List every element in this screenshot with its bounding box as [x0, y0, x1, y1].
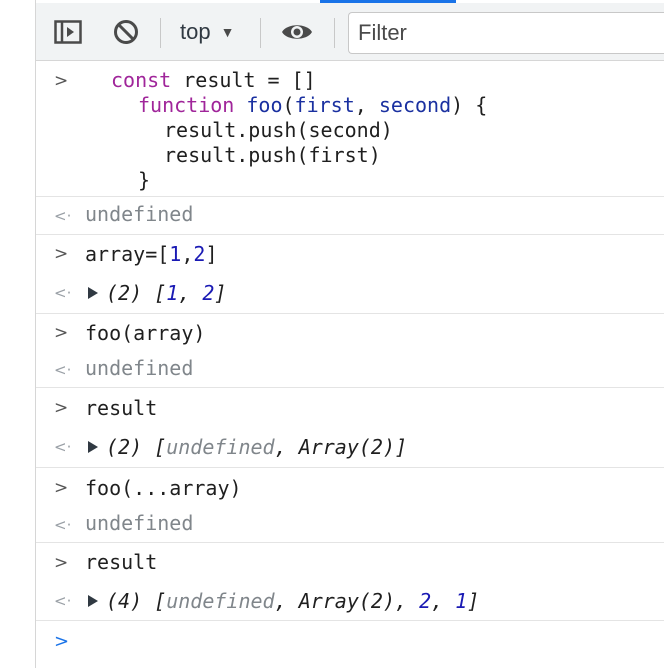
- input-prompt-icon: >: [54, 323, 69, 343]
- array-preview[interactable]: (2) [1, 2]: [88, 281, 226, 306]
- code-text: ,: [274, 435, 299, 459]
- console-result-entry: <· (4) [undefined, Array(2), 2, 1]: [36, 581, 664, 621]
- code-text: ]: [205, 242, 218, 266]
- console-input-entry: > result: [36, 389, 664, 427]
- code-number: 2: [202, 281, 215, 305]
- code-line: const result = []: [111, 68, 316, 93]
- expand-triangle-icon: [88, 595, 98, 607]
- code-line: result.push(first): [164, 143, 381, 167]
- context-label: top: [180, 19, 211, 44]
- code-number: 1: [455, 589, 468, 613]
- toolbar-divider: [260, 18, 261, 48]
- console-input-entry: > const result = [] function foo(first, …: [36, 61, 664, 197]
- code-line: }: [138, 168, 151, 192]
- array-length: (2): [106, 435, 143, 459]
- code-text: ) {: [451, 93, 488, 117]
- console-toolbar: top ▼: [36, 3, 664, 61]
- code-text: ,: [178, 281, 203, 305]
- code-text: ,: [431, 589, 456, 613]
- expand-triangle-icon: [88, 441, 98, 453]
- result-value: undefined: [85, 511, 194, 535]
- filter-box: [348, 12, 664, 54]
- code-number: 1: [166, 281, 179, 305]
- array-item-array: Array(2): [298, 435, 396, 459]
- code-text: ,: [395, 589, 420, 613]
- array-preview[interactable]: (4) [undefined, Array(2), 2, 1]: [88, 589, 479, 614]
- code-number: 1: [169, 242, 182, 266]
- code-line: array=[1,2]: [85, 242, 217, 267]
- input-prompt-icon: >: [54, 553, 69, 573]
- code-text: ]: [214, 281, 227, 305]
- output-prompt-icon: <·: [54, 284, 72, 302]
- code-number: 2: [419, 589, 432, 613]
- prompt-caret-icon: >: [54, 631, 70, 652]
- console-input-entry: > foo(...array): [36, 469, 664, 506]
- console-prompt-line[interactable]: >: [36, 622, 664, 668]
- array-item-array: Array(2): [298, 589, 396, 613]
- array-preview[interactable]: (2) [undefined, Array(2)]: [88, 435, 407, 460]
- live-expression-button[interactable]: [280, 3, 314, 61]
- console-messages: > const result = [] function foo(first, …: [36, 61, 664, 197]
- array-item-undefined: undefined: [166, 435, 275, 459]
- sidebar-toggle-button[interactable]: [52, 3, 84, 61]
- context-selector[interactable]: top ▼: [180, 3, 234, 61]
- sidebar-toggle-icon: [54, 20, 82, 44]
- code-text: ,: [181, 242, 194, 266]
- output-prompt-icon: <·: [54, 438, 72, 456]
- console-result-entry: <· undefined: [36, 197, 664, 235]
- toolbar-divider: [334, 18, 335, 48]
- input-prompt-icon: >: [54, 478, 69, 498]
- code-text: [: [154, 281, 167, 305]
- code-keyword: function: [138, 93, 235, 117]
- console-input-entry: > result: [36, 544, 664, 581]
- array-length: (2): [106, 281, 143, 305]
- code-text: ]: [395, 435, 408, 459]
- eye-icon: [282, 25, 312, 39]
- array-item-undefined: undefined: [166, 589, 275, 613]
- console-result-entry: <· undefined: [36, 506, 664, 543]
- clear-console-icon: [114, 20, 138, 44]
- code-text: ]: [467, 589, 480, 613]
- code-param: second: [378, 93, 452, 117]
- code-text: result = []: [171, 68, 316, 92]
- result-value: undefined: [85, 356, 194, 380]
- code-line: result: [85, 396, 158, 420]
- code-line: foo(...array): [85, 476, 242, 500]
- code-line: foo(array): [85, 321, 206, 345]
- code-text: ,: [274, 589, 299, 613]
- expand-triangle-icon: [88, 287, 98, 299]
- code-line: result: [85, 550, 158, 574]
- output-prompt-icon: <·: [54, 592, 72, 610]
- result-value: undefined: [85, 202, 194, 226]
- filter-input[interactable]: [358, 20, 664, 46]
- code-number: 2: [193, 242, 206, 266]
- code-text: [: [154, 589, 167, 613]
- toolbar-divider: [160, 18, 161, 48]
- code-function-name: foo: [246, 93, 283, 117]
- code-param: first: [294, 93, 355, 117]
- code-line: function foo(first, second) {: [138, 93, 487, 118]
- output-prompt-icon: <·: [54, 516, 72, 534]
- chevron-down-icon: ▼: [220, 24, 235, 40]
- console-result-entry: <· undefined: [36, 351, 664, 388]
- code-keyword: const: [111, 68, 172, 92]
- output-prompt-icon: <·: [54, 361, 72, 379]
- console-input-entry: > array=[1,2]: [36, 235, 664, 273]
- code-text: ,: [354, 93, 379, 117]
- input-prompt-icon: >: [54, 71, 69, 91]
- code-text: [: [154, 435, 167, 459]
- array-length: (4): [106, 589, 143, 613]
- console-result-entry: <· (2) [1, 2]: [36, 273, 664, 314]
- code-text: (: [282, 93, 295, 117]
- input-prompt-icon: >: [54, 244, 69, 264]
- code-text: array=[: [85, 242, 170, 266]
- input-prompt-icon: >: [54, 398, 69, 418]
- console-result-entry: <· (2) [undefined, Array(2)]: [36, 427, 664, 468]
- clear-console-button[interactable]: [110, 3, 142, 61]
- console-input-entry: > foo(array): [36, 315, 664, 351]
- output-prompt-icon: <·: [54, 207, 72, 225]
- code-line: result.push(second): [164, 118, 393, 142]
